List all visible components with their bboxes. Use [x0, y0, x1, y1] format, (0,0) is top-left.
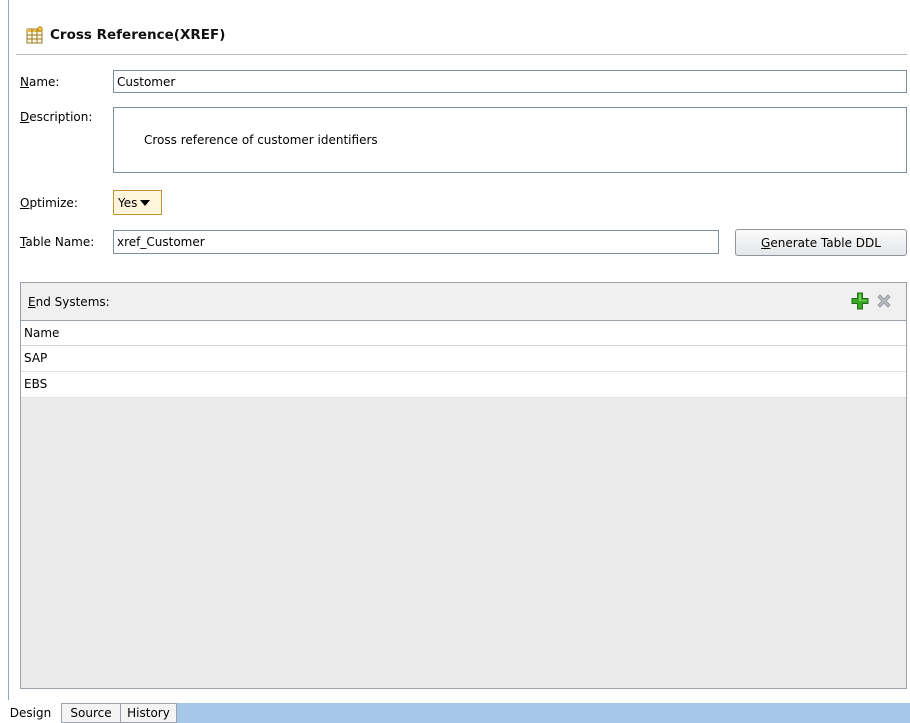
chevron-down-icon — [140, 199, 151, 206]
remove-icon[interactable] — [876, 293, 892, 309]
header-divider — [16, 54, 907, 55]
end-systems-panel: End Systems: Name SAP EBS — [20, 282, 907, 689]
table-name-label: Table Name: — [20, 235, 95, 249]
add-icon[interactable] — [851, 292, 869, 310]
row-name: SAP — [24, 351, 48, 365]
name-column-header[interactable]: Name — [21, 321, 906, 346]
xref-table-icon — [26, 26, 43, 44]
description-field[interactable]: Cross reference of customer identifiers — [113, 107, 907, 173]
name-label: Name: — [20, 75, 60, 89]
end-systems-label: End Systems: — [28, 295, 110, 309]
column-header-label: Name — [24, 326, 60, 340]
left-border — [8, 0, 9, 700]
end-systems-header: End Systems: — [21, 283, 906, 321]
optimize-label: Optimize: — [20, 196, 78, 210]
description-value: Cross reference of customer identifiers — [144, 133, 378, 147]
optimize-select[interactable]: Yes — [113, 190, 162, 215]
name-field[interactable]: Customer — [113, 70, 907, 93]
table-name-value: xref_Customer — [117, 235, 205, 249]
table-row[interactable]: SAP — [21, 346, 906, 372]
description-label: Description: — [20, 110, 93, 124]
tab-history[interactable]: History — [121, 703, 177, 723]
table-row[interactable]: EBS — [21, 372, 906, 398]
optimize-value: Yes — [118, 195, 138, 210]
generate-table-ddl-button[interactable]: Generate Table DDL — [735, 229, 907, 256]
page-title: Cross Reference(XREF) — [50, 27, 226, 43]
row-name: EBS — [24, 377, 48, 391]
name-value: Customer — [117, 74, 176, 89]
page-header: Cross Reference(XREF) — [26, 24, 225, 46]
tab-source[interactable]: Source — [62, 703, 121, 723]
tab-design[interactable]: Design — [0, 703, 62, 723]
table-name-field[interactable]: xref_Customer — [113, 230, 719, 254]
